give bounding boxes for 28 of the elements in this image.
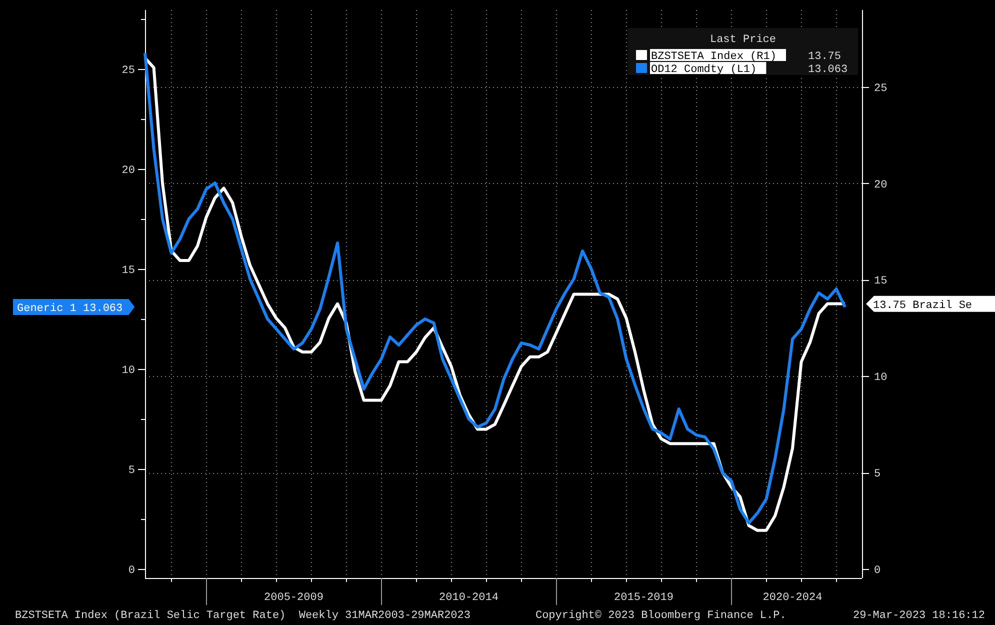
legend-label: BZSTSETA Index (R1) [650, 49, 786, 63]
axis-label: 25 [122, 65, 135, 77]
legend-title: Last Price [710, 34, 776, 46]
period-label: 2015-2019 [614, 592, 674, 604]
value-tag: Generic 1 13.063 [13, 299, 135, 315]
axis-label: 15 [122, 265, 135, 277]
legend-label: OD12 Comdty (L1) [650, 62, 766, 76]
value-tag: 13.75 Brazil Se [866, 296, 995, 312]
axis-label: 0 [128, 565, 135, 577]
period-label: 2005-2009 [264, 592, 324, 604]
axis-label: 15 [874, 276, 888, 288]
timestamp: 29-Mar-2023 18:16:12 [852, 610, 985, 622]
period-label: 2020-2024 [762, 592, 822, 604]
axis-label: 5 [874, 468, 881, 481]
period-label: 2010-2014 [439, 592, 498, 604]
axis-label: 25 [874, 82, 888, 95]
legend-label: BZSTSETA Index (R1) [651, 51, 776, 63]
axis-label: 20 [122, 165, 135, 177]
legend-label: OD12 Comdty (L1) [651, 64, 757, 76]
axis-label: 20 [874, 179, 888, 192]
legend-value: 13.75 [808, 51, 842, 63]
axis-label: 5 [128, 465, 135, 477]
axis-label: 10 [122, 365, 135, 377]
copyright-text: Copyright© 2023 Bloomberg Finance L.P. [535, 610, 786, 622]
axis-label: 10 [874, 372, 888, 384]
legend-value: 13.063 [808, 64, 848, 76]
chart-title: BZSTSETA Index (Brazil Selic Target Rate) Weekly 31MAR2003-29MAR2023 [15, 610, 470, 622]
axis-label: 0 [874, 564, 881, 577]
